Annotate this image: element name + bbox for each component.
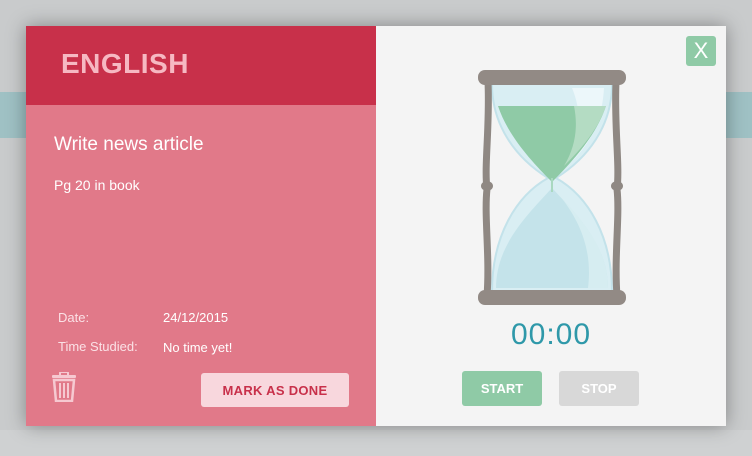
start-button[interactable]: START [462, 371, 542, 406]
background-bottom [0, 430, 752, 456]
close-button[interactable]: X [686, 36, 716, 66]
task-modal: ENGLISH Write news article Pg 20 in book… [26, 26, 726, 426]
mark-as-done-button[interactable]: MARK AS DONE [201, 373, 349, 407]
subject-header: ENGLISH [26, 26, 376, 105]
time-studied-value: No time yet! [163, 340, 233, 355]
trash-icon[interactable] [51, 371, 77, 403]
hourglass-icon [476, 66, 628, 312]
subject-title: ENGLISH [61, 48, 189, 79]
task-description: Pg 20 in book [54, 177, 140, 193]
date-label: Date: [58, 310, 90, 325]
timer-display: 00:00 [510, 318, 592, 351]
stop-button[interactable]: STOP [559, 371, 639, 406]
task-panel: ENGLISH Write news article Pg 20 in book… [26, 26, 376, 426]
task-title: Write news article [54, 134, 204, 155]
date-value: 24/12/2015 [163, 310, 229, 325]
time-studied-label: Time Studied: [58, 339, 138, 354]
timer-panel: X 00:00 START STOP [376, 26, 726, 426]
